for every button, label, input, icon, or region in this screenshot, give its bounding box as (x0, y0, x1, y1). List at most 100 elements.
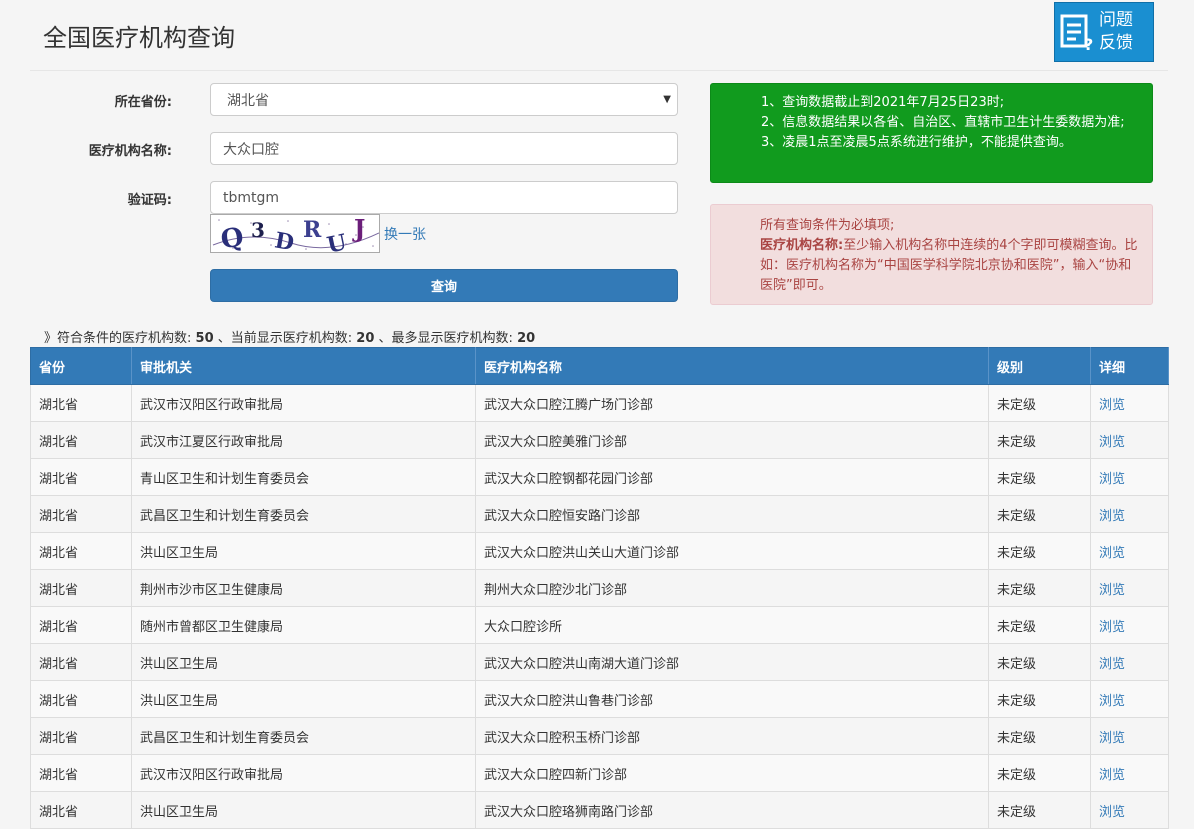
cell-institution: 大众口腔诊所 (475, 606, 989, 644)
cell-institution: 武汉大众口腔四新门诊部 (475, 754, 989, 792)
table-row: 湖北省 洪山区卫生局 武汉大众口腔珞狮南路门诊部 未定级 浏览 (30, 791, 1169, 829)
table-header-row: 省份 审批机关 医疗机构名称 级别 详细 (30, 347, 1169, 385)
cell-level: 未定级 (988, 680, 1091, 718)
cell-institution: 武汉大众口腔钢都花园门诊部 (475, 458, 989, 496)
table-row: 湖北省 随州市曾都区卫生健康局 大众口腔诊所 未定级 浏览 (30, 606, 1169, 644)
refresh-captcha-link[interactable]: 换一张 (384, 224, 426, 244)
search-button[interactable]: 查询 (210, 269, 678, 302)
cell-authority: 武汉市汉阳区行政审批局 (131, 754, 476, 792)
cell-authority: 青山区卫生和计划生育委员会 (131, 458, 476, 496)
cell-authority: 武汉市汉阳区行政审批局 (131, 384, 476, 422)
cell-level: 未定级 (988, 717, 1091, 755)
institution-name-value: 大众口腔 (223, 141, 279, 158)
page-title: 全国医疗机构查询 (43, 24, 235, 52)
cell-institution: 武汉大众口腔洪山鲁巷门诊部 (475, 680, 989, 718)
view-detail-link[interactable]: 浏览 (1099, 694, 1125, 709)
table-row: 湖北省 洪山区卫生局 武汉大众口腔洪山关山大道门诊部 未定级 浏览 (30, 532, 1169, 570)
province-label: 所在省份: (114, 95, 172, 110)
cell-authority: 洪山区卫生局 (131, 532, 476, 570)
view-detail-link[interactable]: 浏览 (1099, 398, 1125, 413)
cell-institution: 武汉大众口腔美雅门诊部 (475, 421, 989, 459)
cell-level: 未定级 (988, 532, 1091, 570)
cell-province: 湖北省 (30, 754, 132, 792)
table-row: 湖北省 青山区卫生和计划生育委员会 武汉大众口腔钢都花园门诊部 未定级 浏览 (30, 458, 1169, 496)
view-detail-link[interactable]: 浏览 (1099, 546, 1125, 561)
info-line: 3、凌晨1点至凌晨5点系统进行维护，不能提供查询。 (761, 135, 1072, 150)
feedback-icon: ? (1055, 2, 1099, 62)
cell-institution: 武汉大众口腔积玉桥门诊部 (475, 717, 989, 755)
table-row: 湖北省 武汉市江夏区行政审批局 武汉大众口腔美雅门诊部 未定级 浏览 (30, 421, 1169, 459)
feedback-line-2: 反馈 (1099, 33, 1133, 53)
chevron-down-icon: ▼ (663, 94, 671, 105)
info-notice: 1、查询数据截止到2021年7月25日23时; 2、信息数据结果以各省、自治区、… (710, 83, 1153, 183)
view-detail-link[interactable]: 浏览 (1099, 472, 1125, 487)
warning-line: 所有查询条件为必填项; (760, 218, 895, 233)
cell-authority: 洪山区卫生局 (131, 643, 476, 681)
cell-detail: 浏览 (1090, 643, 1169, 681)
view-detail-link[interactable]: 浏览 (1099, 620, 1125, 635)
view-detail-link[interactable]: 浏览 (1099, 731, 1125, 746)
cell-institution: 荆州大众口腔沙北门诊部 (475, 569, 989, 607)
cell-level: 未定级 (988, 643, 1091, 681)
table-row: 湖北省 武汉市汉阳区行政审批局 武汉大众口腔江腾广场门诊部 未定级 浏览 (30, 384, 1169, 422)
title-divider (30, 70, 1168, 71)
total-count: 50 (195, 331, 214, 346)
cell-level: 未定级 (988, 384, 1091, 422)
cell-institution: 武汉大众口腔洪山关山大道门诊部 (475, 532, 989, 570)
feedback-button[interactable]: ? 问题 反馈 (1054, 2, 1154, 62)
view-detail-link[interactable]: 浏览 (1099, 509, 1125, 524)
captcha-char: 3 (251, 218, 265, 242)
captcha-char: J (352, 215, 365, 243)
cell-province: 湖北省 (30, 569, 132, 607)
feedback-line-1: 问题 (1099, 10, 1133, 30)
view-detail-link[interactable]: 浏览 (1099, 805, 1125, 820)
captcha-char: R (303, 217, 322, 243)
cell-detail: 浏览 (1090, 680, 1169, 718)
institution-name-label: 医疗机构名称: (88, 144, 172, 159)
cell-detail: 浏览 (1090, 458, 1169, 496)
result-summary: 》符合条件的医疗机构数: 50 、当前显示医疗机构数: 20 、最多显示医疗机构… (44, 331, 536, 346)
header-authority: 审批机关 (131, 347, 476, 385)
view-detail-link[interactable]: 浏览 (1099, 657, 1125, 672)
cell-province: 湖北省 (30, 421, 132, 459)
cell-institution: 武汉大众口腔珞狮南路门诊部 (475, 791, 989, 829)
cell-province: 湖北省 (30, 532, 132, 570)
captcha-input[interactable]: tbmtgm (210, 181, 678, 214)
cell-detail: 浏览 (1090, 754, 1169, 792)
cell-province: 湖北省 (30, 680, 132, 718)
header-institution: 医疗机构名称 (475, 347, 989, 385)
cell-detail: 浏览 (1090, 495, 1169, 533)
cell-detail: 浏览 (1090, 791, 1169, 829)
cell-detail: 浏览 (1090, 421, 1169, 459)
cell-detail: 浏览 (1090, 384, 1169, 422)
results-table: 省份 审批机关 医疗机构名称 级别 详细 湖北省 武汉市汉阳区行政审批局 武汉大众口腔江腾广… (30, 347, 1169, 829)
cell-level: 未定级 (988, 606, 1091, 644)
captcha-label: 验证码: (127, 193, 172, 208)
cell-authority: 武昌区卫生和计划生育委员会 (131, 495, 476, 533)
header-detail: 详细 (1090, 347, 1169, 385)
header-province: 省份 (30, 347, 132, 385)
cell-province: 湖北省 (30, 458, 132, 496)
cell-detail: 浏览 (1090, 606, 1169, 644)
table-row: 湖北省 洪山区卫生局 武汉大众口腔洪山鲁巷门诊部 未定级 浏览 (30, 680, 1169, 718)
cell-authority: 洪山区卫生局 (131, 791, 476, 829)
cell-level: 未定级 (988, 791, 1091, 829)
cell-institution: 武汉大众口腔洪山南湖大道门诊部 (475, 643, 989, 681)
province-select[interactable]: 湖北省 ▼ (210, 83, 678, 116)
table-row: 湖北省 武汉市汉阳区行政审批局 武汉大众口腔四新门诊部 未定级 浏览 (30, 754, 1169, 792)
cell-detail: 浏览 (1090, 569, 1169, 607)
view-detail-link[interactable]: 浏览 (1099, 435, 1125, 450)
institution-name-input[interactable]: 大众口腔 (210, 132, 678, 165)
cell-institution: 武汉大众口腔江腾广场门诊部 (475, 384, 989, 422)
view-detail-link[interactable]: 浏览 (1099, 768, 1125, 783)
cell-level: 未定级 (988, 458, 1091, 496)
view-detail-link[interactable]: 浏览 (1099, 583, 1125, 598)
table-row: 湖北省 武昌区卫生和计划生育委员会 武汉大众口腔积玉桥门诊部 未定级 浏览 (30, 717, 1169, 755)
max-count: 20 (517, 331, 536, 346)
captcha-char: D (273, 227, 296, 253)
captcha-image: Q 3 D R U J (210, 214, 380, 253)
cell-level: 未定级 (988, 569, 1091, 607)
cell-level: 未定级 (988, 421, 1091, 459)
cell-authority: 武昌区卫生和计划生育委员会 (131, 717, 476, 755)
table-row: 湖北省 武昌区卫生和计划生育委员会 武汉大众口腔恒安路门诊部 未定级 浏览 (30, 495, 1169, 533)
